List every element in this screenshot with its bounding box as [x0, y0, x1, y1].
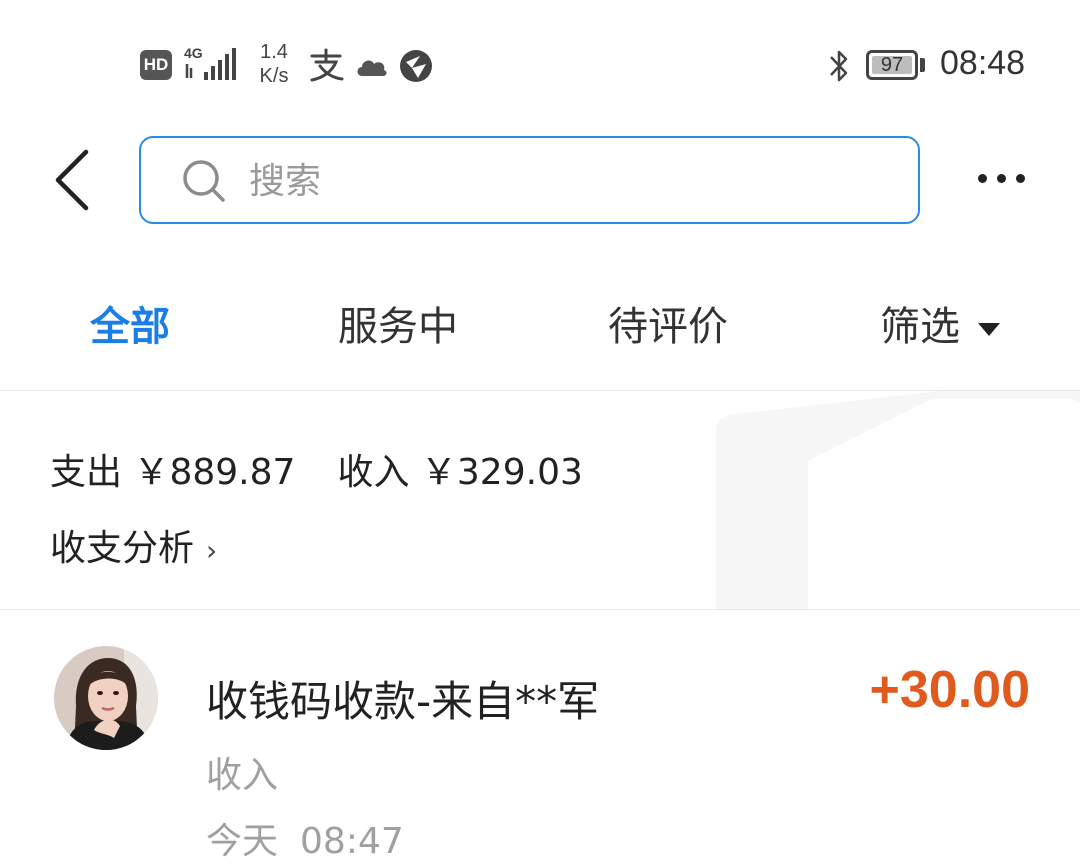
dot-icon — [1016, 174, 1025, 183]
transaction-title: 收钱码收款-来自**军 — [206, 677, 600, 726]
summary-panel: 支出 ￥889.87 收入 ￥329.03 收支分析 › — [0, 391, 1080, 609]
signal-icon: 4G — [184, 45, 236, 80]
expense-value: ￥889.87 — [133, 452, 296, 493]
transaction-clock: 08:47 — [300, 821, 404, 862]
dot-icon — [997, 174, 1006, 183]
tab-all[interactable]: 全部 — [90, 294, 170, 352]
transaction-date: 今天 — [206, 821, 279, 862]
chevron-left-icon — [55, 149, 89, 211]
tab-filter-label: 筛选 — [880, 304, 960, 350]
search-box[interactable] — [139, 136, 920, 224]
tab-pending-review[interactable]: 待评价 — [608, 294, 728, 352]
income-label: 收入 — [337, 452, 410, 493]
dot-icon — [978, 174, 987, 183]
network-speed: 1.4 K/s — [254, 40, 294, 88]
search-icon — [183, 160, 225, 202]
tab-in-service[interactable]: 服务中 — [338, 294, 458, 352]
speed-value: 1.4 — [260, 41, 288, 63]
filter-tabs: 全部 服务中 待评价 筛选 — [0, 270, 1080, 380]
background-decoration — [716, 391, 1080, 609]
more-options-button[interactable] — [978, 168, 1038, 192]
browser-icon — [400, 50, 432, 82]
caret-down-icon — [978, 322, 1000, 336]
battery-icon: 97 — [866, 50, 918, 80]
back-button[interactable] — [40, 140, 110, 220]
chevron-right-icon: › — [206, 534, 218, 567]
tab-filter[interactable]: 筛选 — [880, 294, 1000, 352]
speed-unit: K/s — [259, 65, 289, 87]
hd-badge: HD — [140, 50, 172, 80]
avatar-image — [54, 646, 158, 750]
analysis-label: 收支分析 — [50, 528, 195, 569]
battery-level: 97 — [880, 54, 904, 76]
cloud-icon — [357, 60, 387, 76]
transaction-amount: +30.00 — [869, 661, 1031, 719]
income-value: ￥329.03 — [420, 452, 583, 493]
summary-totals: 支出 ￥889.87 收入 ￥329.03 — [50, 443, 583, 495]
bluetooth-icon — [830, 50, 848, 82]
net-type-label: 4G — [184, 45, 203, 61]
transaction-time: 今天 08:47 — [206, 812, 404, 864]
transaction-type: 收入 — [206, 755, 279, 796]
avatar — [54, 646, 158, 750]
status-time: 08:48 — [940, 44, 1026, 82]
alipay-icon — [310, 48, 344, 82]
expense-label: 支出 — [50, 452, 123, 493]
analysis-link[interactable]: 收支分析 › — [50, 519, 217, 571]
transaction-item[interactable]: 收钱码收款-来自**军 +30.00 收入 今天 08:47 — [0, 610, 1080, 862]
status-bar: HD 4G 1.4 K/s 97 08:48 — [0, 0, 1080, 120]
search-input[interactable] — [247, 152, 851, 210]
battery-nub — [920, 58, 925, 72]
